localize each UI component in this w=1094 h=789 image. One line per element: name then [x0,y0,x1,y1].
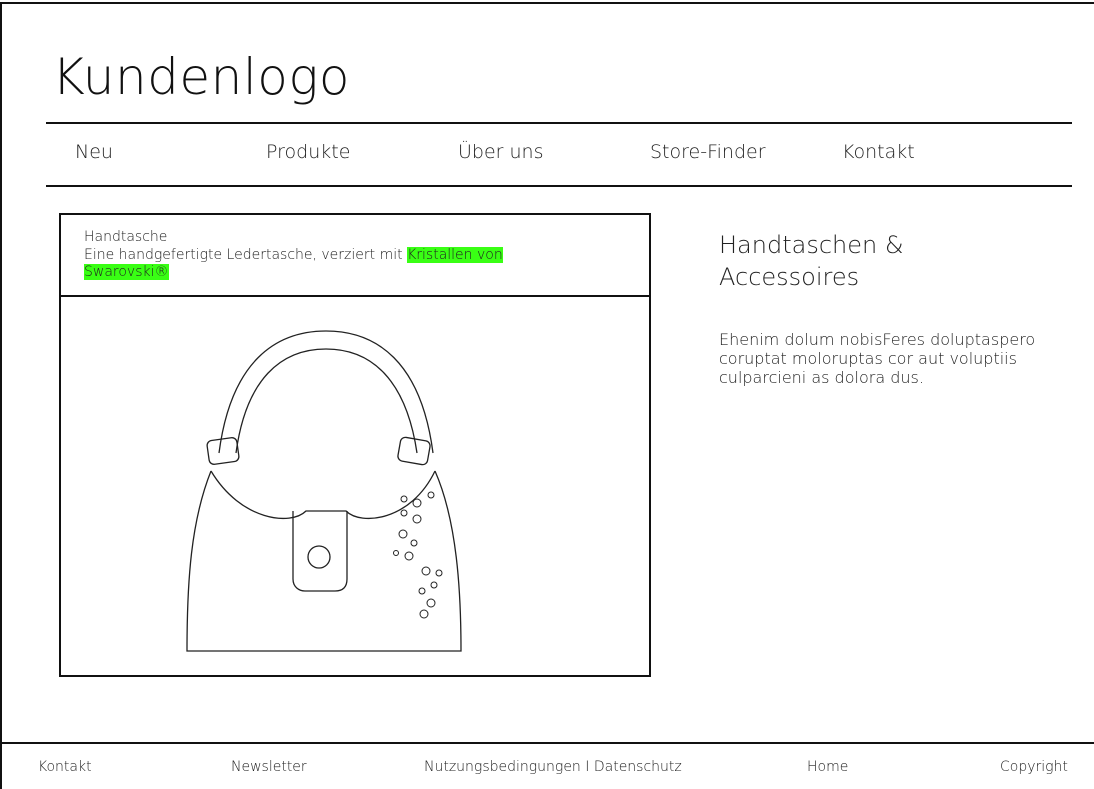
category-title: Handtaschen & Accessoires [719,231,904,291]
product-description: Eine handgefertigte Ledertasche, verzier… [84,247,564,281]
footer-link-newsletter[interactable]: Newsletter [231,759,307,775]
nav-divider-top [46,122,1072,124]
nav-item-store-finder[interactable]: Store-Finder [650,141,766,163]
footer-divider [0,742,1094,744]
product-description-text: Eine handgefertigte Ledertasche, verzier… [84,247,408,263]
nav-item-about[interactable]: Über uns [458,141,544,163]
footer-link-copyright[interactable]: Copyright [1000,759,1068,775]
nav-item-new[interactable]: Neu [75,141,113,163]
handbag-icon[interactable] [181,321,481,661]
customer-logo[interactable]: Kundenlogo [52,48,350,106]
product-card-header: Handtasche Eine handgefertigte Ledertasc… [61,215,649,297]
product-title: Handtasche [84,229,168,245]
product-card[interactable]: Handtasche Eine handgefertigte Ledertasc… [59,213,651,677]
nav-divider-bottom [46,185,1072,187]
nav-item-products[interactable]: Produkte [266,141,350,163]
category-text: Ehenim dolum nobisFeres doluptaspero cor… [719,330,1036,387]
footer-link-contact[interactable]: Kontakt [38,759,92,775]
nav-item-contact[interactable]: Kontakt [842,141,915,163]
footer-link-terms-privacy[interactable]: Nutzungsbedingungen I Datenschutz [424,759,682,775]
footer-link-home[interactable]: Home [807,759,848,775]
